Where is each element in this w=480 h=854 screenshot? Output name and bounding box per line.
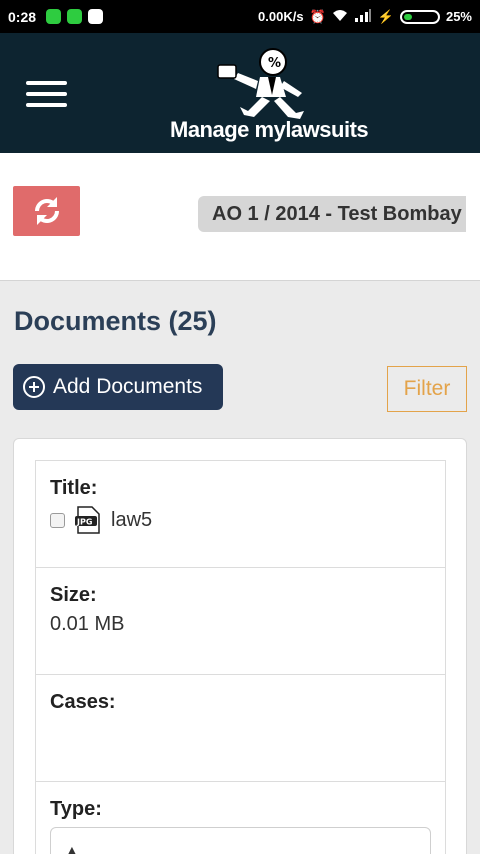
size-label: Size: (50, 584, 97, 606)
battery-icon (399, 9, 440, 24)
title-label: Title: (50, 477, 98, 499)
refresh-button[interactable] (13, 186, 80, 236)
lawyer-mascot-icon: % (217, 48, 304, 119)
cases-row: Cases: (36, 675, 445, 782)
app-header: % Manage mylawsuits (0, 33, 480, 153)
size-row: Size: 0.01 MB (36, 568, 445, 675)
wifi-icon (332, 8, 348, 25)
add-documents-label: Add Documents (53, 375, 203, 398)
jpg-file-icon: JPG (75, 506, 101, 534)
alarm-icon: ⏰ (309, 8, 326, 24)
hamburger-icon[interactable] (26, 81, 67, 107)
battery-percent: 25% (445, 9, 472, 24)
cases-label: Cases: (50, 691, 116, 713)
document-title[interactable]: law5 (111, 509, 152, 532)
case-selector-bar: AO 1 / 2014 - Test Bombay (0, 153, 480, 281)
filter-button[interactable]: Filter (387, 366, 467, 412)
add-documents-button[interactable]: Add Documents (13, 364, 223, 410)
notification-icon (67, 9, 83, 24)
file-type-label: JPG (76, 518, 92, 527)
charging-icon: ⚡ (377, 8, 394, 24)
drive-icon (88, 9, 104, 24)
notification-icon (46, 9, 62, 24)
status-bar: 0:28 0.00K/s ⏰ ⚡ 25% (0, 0, 480, 33)
case-selector[interactable]: AO 1 / 2014 - Test Bombay (198, 196, 466, 232)
status-right: 0.00K/s ⏰ ⚡ 25% (258, 8, 472, 25)
document-details: Title: JPG law5 Size: 0.01 MB Cases: Typ… (35, 460, 446, 854)
size-value: 0.01 MB (50, 613, 125, 635)
network-speed: 0.00K/s (258, 9, 304, 24)
page-title: Documents (25) (14, 306, 217, 336)
document-checkbox[interactable] (50, 512, 65, 528)
app-logo: % Manage mylawsuits (166, 41, 386, 151)
refresh-icon (34, 197, 59, 225)
document-card: Title: JPG law5 Size: 0.01 MB Cases: Typ… (13, 438, 467, 854)
svg-text:%: % (268, 56, 281, 71)
title-row: Title: JPG law5 (36, 461, 445, 568)
type-select[interactable]: ▲ (50, 827, 431, 854)
signal-icon (354, 8, 372, 25)
type-row: Type: ▲ (36, 782, 445, 854)
type-label: Type: (50, 798, 102, 820)
logo-text: Manage mylawsuits (170, 117, 369, 142)
plus-circle-icon (23, 376, 45, 398)
chevron-up-icon: ▲ (65, 842, 79, 854)
status-time: 0:28 (8, 8, 37, 25)
